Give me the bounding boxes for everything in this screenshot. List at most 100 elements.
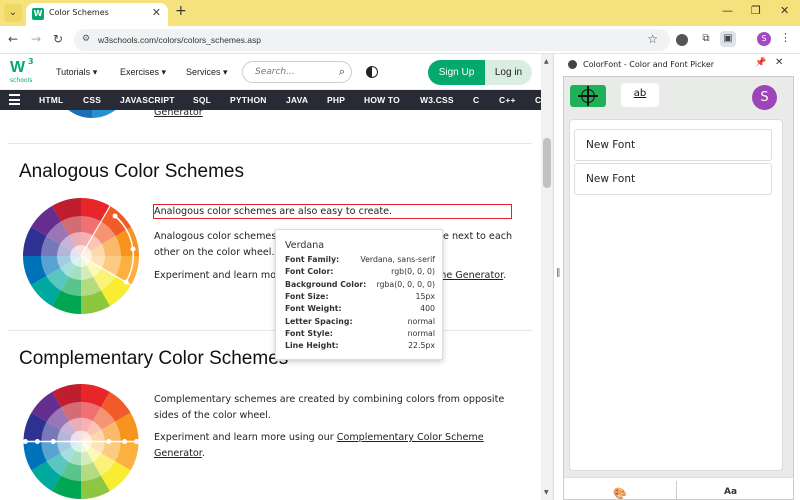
page-scrollbar[interactable]: ▲ ▼: [541, 54, 553, 500]
font-list-item[interactable]: New Font: [574, 163, 772, 195]
color-picker-button[interactable]: [570, 85, 606, 107]
analogous-p3-start: Experiment and learn mo: [154, 270, 277, 281]
tooltip-key: Font Family:: [285, 255, 340, 264]
side-panel-close-icon[interactable]: ✕: [775, 57, 783, 68]
complementary-generator-link-2[interactable]: Generator: [154, 448, 202, 459]
topnav-c[interactable]: C: [473, 95, 479, 105]
tab-close-icon[interactable]: ✕: [152, 6, 161, 19]
palette-icon[interactable]: 🎨: [613, 487, 627, 500]
topnav-cpp[interactable]: C++: [499, 95, 516, 105]
tab-search-button[interactable]: ⌄: [4, 4, 22, 22]
w3schools-logo[interactable]: W 3 schools: [10, 57, 36, 85]
search-placeholder: Search...: [255, 67, 295, 77]
tooltip-value: rgb(0, 0, 0): [391, 267, 435, 276]
topnav-css[interactable]: CSS: [83, 95, 101, 105]
section-divider: [8, 143, 532, 144]
generator-link-top[interactable]: Generator: [154, 110, 203, 118]
tooltip-value: 400: [420, 304, 435, 313]
window-close-icon[interactable]: ✕: [780, 4, 789, 17]
logo-sup: 3: [28, 57, 34, 66]
analogous-p3-end: .: [503, 270, 507, 281]
hamburger-menu-icon[interactable]: [9, 94, 20, 105]
logo-letter: W: [10, 59, 26, 76]
contrast-toggle-icon[interactable]: [366, 66, 378, 78]
analogous-p2-end: e next to each: [443, 231, 513, 242]
scroll-down-icon[interactable]: ▼: [544, 489, 549, 496]
topnav-javascript[interactable]: JAVASCRIPT: [120, 95, 175, 105]
topnav-sql[interactable]: SQL: [193, 95, 211, 105]
tooltip-key: Background Color:: [285, 280, 367, 289]
element-highlight-box: [153, 204, 512, 219]
tooltip-value: 22.5px: [408, 341, 435, 350]
resize-grip-icon[interactable]: ‖: [556, 268, 561, 278]
topnav-php[interactable]: PHP: [327, 95, 345, 105]
pin-icon[interactable]: 📌: [755, 58, 766, 68]
forward-button[interactable]: →: [31, 32, 41, 46]
tooltip-key: Font Color:: [285, 267, 334, 276]
browser-menu-icon[interactable]: ⋮: [780, 31, 791, 44]
signup-button[interactable]: Sign Up: [428, 60, 485, 85]
font-list: New Font New Font: [569, 119, 783, 471]
url-text: w3schools.com/colors/colors_schemes.asp: [98, 35, 261, 45]
font-info-tooltip: Verdana Font Family: Verdana, sans-serif …: [275, 229, 443, 360]
tooltip-key: Line Height:: [285, 341, 339, 350]
nav-exercises-label: Exercises: [120, 67, 160, 77]
side-panel-header: ColorFont - Color and Font Picker 📌 ✕: [563, 54, 800, 76]
nav-tutorials[interactable]: Tutorials ▾: [56, 67, 97, 78]
scrollbar-thumb[interactable]: [543, 138, 551, 188]
back-button[interactable]: ←: [8, 32, 18, 46]
topnav-html[interactable]: HTML: [39, 95, 63, 105]
colorfont-extension: ab S New Font New Font 🎨 Aa: [563, 76, 794, 500]
topnav-w3css[interactable]: W3.CSS: [420, 95, 454, 105]
crosshair-icon-v: [587, 86, 589, 106]
minimize-icon[interactable]: —: [722, 4, 733, 17]
side-panel-title: ColorFont - Color and Font Picker: [583, 60, 715, 69]
address-bar[interactable]: ⚙ w3schools.com/colors/colors_schemes.as…: [74, 29, 670, 51]
topnav-java[interactable]: JAVA: [286, 95, 308, 105]
restore-icon[interactable]: ❐: [751, 4, 761, 17]
reload-button[interactable]: ↻: [53, 32, 63, 46]
user-avatar[interactable]: S: [752, 85, 777, 110]
browser-toolbar: ← → ↻ ⚙ w3schools.com/colors/colors_sche…: [0, 26, 800, 54]
tooltip-title: Verdana: [285, 240, 325, 251]
topnav-python[interactable]: PYTHON: [230, 95, 267, 105]
nav-services-label: Services: [186, 67, 221, 77]
side-panel-icon[interactable]: ▣: [720, 31, 736, 47]
complementary-generator-link[interactable]: Complementary Color Scheme: [337, 432, 484, 443]
tooltip-value: normal: [407, 329, 435, 338]
complementary-heading: Complementary Color Schemes: [19, 348, 289, 369]
new-tab-button[interactable]: +: [175, 3, 187, 19]
scroll-up-icon[interactable]: ▲: [544, 58, 549, 65]
analogous-generator-link[interactable]: me Generator: [437, 270, 503, 281]
tooltip-key: Font Weight:: [285, 304, 342, 313]
topics-nav: HTML CSS JAVASCRIPT SQL PYTHON JAVA PHP …: [0, 90, 541, 110]
nav-services[interactable]: Services ▾: [186, 67, 228, 78]
site-info-icon[interactable]: ⚙: [82, 34, 90, 44]
colorfont-icon: [568, 60, 577, 69]
topnav-howto[interactable]: HOW TO: [364, 95, 400, 105]
browser-tab[interactable]: W Color Schemes ✕: [26, 3, 168, 26]
tooltip-key: Font Size:: [285, 292, 329, 301]
nav-exercises[interactable]: Exercises ▾: [120, 67, 166, 78]
profile-avatar[interactable]: S: [757, 32, 771, 46]
w3schools-header: W 3 schools Tutorials ▾ Exercises ▾ Serv…: [0, 54, 541, 90]
side-panel: ColorFont - Color and Font Picker 📌 ✕ ab…: [563, 54, 800, 500]
analogous-p2-line2: other on the color wheel.: [154, 246, 275, 258]
font-picker-button[interactable]: ab: [621, 83, 659, 107]
font-list-item[interactable]: New Font: [574, 129, 772, 161]
complementary-para-2: Experiment and learn more using our Comp…: [154, 430, 514, 461]
page-content: Generator Analogous Color Schemes Analog…: [0, 110, 541, 500]
analogous-color-wheel: [23, 198, 139, 314]
search-icon[interactable]: ⌕: [339, 65, 345, 79]
analogous-p2-start: Analogous color schemes: [154, 231, 277, 242]
font-tab-icon[interactable]: Aa: [724, 487, 737, 497]
tooltip-value: normal: [407, 317, 435, 326]
w3schools-favicon-icon: W: [32, 8, 44, 20]
extension-colorfont-icon[interactable]: [676, 34, 688, 46]
tooltip-value: 15px: [415, 292, 436, 301]
complementary-p2-end: .: [201, 447, 205, 459]
search-input[interactable]: Search... ⌕: [242, 61, 352, 83]
login-button[interactable]: Log in: [485, 60, 532, 85]
bookmark-star-icon[interactable]: ☆: [647, 32, 658, 46]
extensions-puzzle-icon[interactable]: ⧉: [698, 31, 714, 47]
